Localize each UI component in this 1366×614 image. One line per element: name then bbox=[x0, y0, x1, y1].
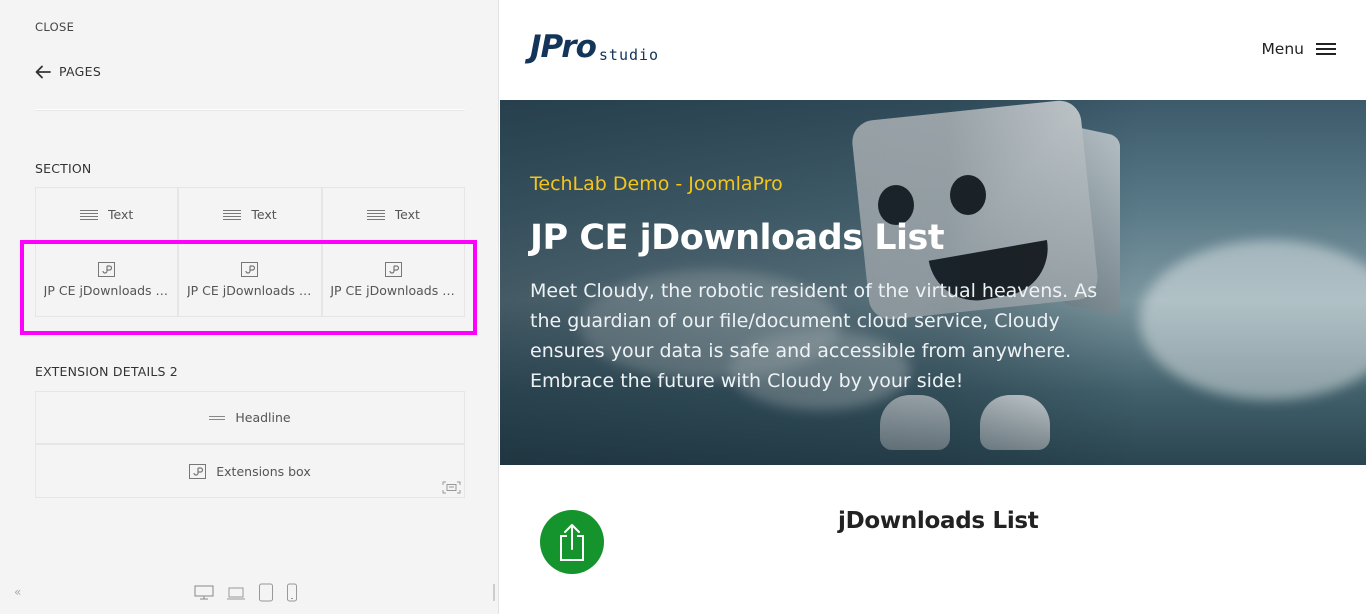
hamburger-icon bbox=[1316, 42, 1336, 56]
text-element[interactable]: Text bbox=[179, 188, 321, 241]
text-element[interactable]: Text bbox=[36, 188, 178, 241]
builder-panel: CLOSE PAGES SECTION Text Text Text JP CE… bbox=[0, 0, 499, 614]
text-element[interactable]: Text bbox=[322, 188, 464, 241]
element-label: Text bbox=[251, 207, 277, 222]
collapse-panel-icon[interactable]: « bbox=[14, 585, 21, 599]
share-upload-icon bbox=[540, 510, 604, 574]
hero-kicker: TechLab Demo - JoomlaPro bbox=[530, 173, 783, 195]
element-label: Extensions box bbox=[216, 463, 311, 479]
menu-label: Menu bbox=[1261, 40, 1304, 58]
menu-button[interactable]: Menu bbox=[1261, 40, 1336, 58]
arrow-left-icon bbox=[35, 65, 51, 78]
jdownloads-list-element[interactable]: JP CE jDownloads List bbox=[179, 243, 321, 316]
jp-plugin-icon bbox=[98, 261, 116, 277]
jp-plugin-icon bbox=[189, 463, 207, 479]
element-label: Headline bbox=[235, 410, 291, 425]
site-logo[interactable]: JPro studio bbox=[530, 30, 659, 64]
panel-resize-handle[interactable] bbox=[493, 584, 495, 601]
site-header: JPro studio Menu bbox=[500, 0, 1366, 100]
element-label: Text bbox=[394, 207, 420, 222]
jdownloads-list-element[interactable]: JP CE jDownloads List bbox=[36, 243, 178, 316]
text-lines-icon bbox=[80, 210, 99, 220]
jp-plugin-icon bbox=[241, 261, 259, 277]
jdownloads-list-element[interactable]: JP CE jDownloads List bbox=[322, 243, 464, 316]
headline-element[interactable]: Headline bbox=[36, 392, 464, 443]
text-lines-icon bbox=[366, 210, 385, 220]
divider bbox=[35, 109, 465, 111]
template-icon bbox=[442, 481, 461, 494]
desktop-icon[interactable] bbox=[194, 585, 214, 604]
tablet-icon[interactable] bbox=[258, 583, 274, 606]
device-switcher bbox=[194, 583, 298, 606]
section-title: SECTION bbox=[35, 161, 92, 176]
text-lines-icon bbox=[223, 210, 242, 220]
back-to-pages-link[interactable]: PAGES bbox=[35, 64, 101, 79]
hero-title: JP CE jDownloads List bbox=[530, 218, 945, 258]
hero-banner: TechLab Demo - JoomlaPro JP CE jDownload… bbox=[500, 100, 1366, 465]
element-label: JP CE jDownloads List bbox=[186, 282, 313, 298]
element-label: Text bbox=[108, 207, 134, 222]
close-button[interactable]: CLOSE bbox=[35, 20, 74, 34]
extensions-box-element[interactable]: Extensions box bbox=[36, 445, 464, 497]
hero-description: Meet Cloudy, the robotic resident of the… bbox=[530, 280, 1098, 392]
page-preview: JPro studio Menu TechLab Demo - JoomlaPr… bbox=[500, 0, 1366, 614]
mobile-icon[interactable] bbox=[286, 583, 298, 606]
section-heading: jDownloads List bbox=[838, 508, 1039, 534]
element-label: JP CE jDownloads List bbox=[43, 282, 170, 298]
logo-main-text: JPro bbox=[530, 29, 597, 65]
extension-details-grid: Headline Extensions box bbox=[35, 391, 465, 498]
jp-plugin-icon bbox=[384, 261, 402, 277]
element-label: JP CE jDownloads List bbox=[330, 282, 457, 298]
section-element-grid: Text Text Text JP CE jDownloads List JP … bbox=[35, 187, 465, 317]
headline-icon bbox=[209, 415, 226, 420]
back-link-label: PAGES bbox=[59, 64, 102, 79]
logo-sub-text: studio bbox=[598, 46, 660, 64]
cloud-shape bbox=[1140, 240, 1366, 400]
laptop-icon[interactable] bbox=[226, 585, 246, 604]
section-title: EXTENSION DETAILS 2 bbox=[35, 364, 178, 379]
